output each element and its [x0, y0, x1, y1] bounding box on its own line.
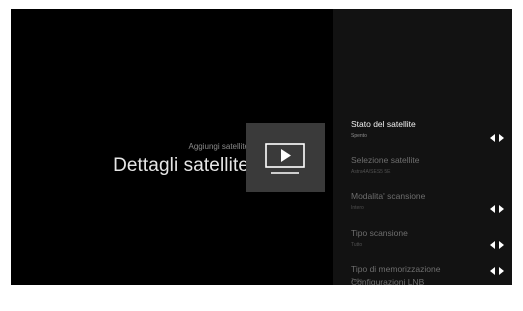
left-right-arrows-icon[interactable] [490, 241, 504, 249]
left-right-arrows-icon[interactable] [490, 134, 504, 142]
setting-label: Stato del satellite [351, 119, 416, 129]
setting-value: Tutto [351, 242, 363, 248]
setting-lnb-config[interactable]: Configurazioni LNB [351, 277, 511, 285]
setting-value: Spento [351, 133, 367, 139]
settings-list: Stato del satellite Spento Selezione sat… [333, 9, 512, 285]
setting-label: Tipo di memorizzazione [351, 264, 441, 274]
setting-label: Selezione satellite [351, 155, 420, 165]
setting-value: Intero [351, 205, 364, 211]
page-subtitle: Aggiungi satellite [188, 142, 249, 151]
setting-satellite-selection[interactable]: Selezione satellite Astra4A/SES5 5E [351, 155, 511, 175]
setting-scan-type[interactable]: Tipo scansione Tutto [351, 228, 511, 248]
page-title: Dettagli satellite [113, 155, 249, 176]
setting-label: Configurazioni LNB [351, 277, 425, 285]
setting-label: Modalita' scansione [351, 191, 426, 201]
setting-scan-mode[interactable]: Modalita' scansione Intero [351, 191, 511, 211]
tv-screen: Aggiungi satellite Dettagli satellite St… [11, 9, 512, 285]
setting-label: Tipo scansione [351, 228, 408, 238]
header-panel: Aggiungi satellite Dettagli satellite [11, 9, 333, 285]
left-right-arrows-icon[interactable] [490, 205, 504, 213]
left-right-arrows-icon[interactable] [490, 267, 504, 275]
setting-satellite-status[interactable]: Stato del satellite Spento [351, 119, 511, 139]
setting-value: Astra4A/SES5 5E [351, 169, 391, 175]
tv-play-icon [246, 123, 325, 192]
